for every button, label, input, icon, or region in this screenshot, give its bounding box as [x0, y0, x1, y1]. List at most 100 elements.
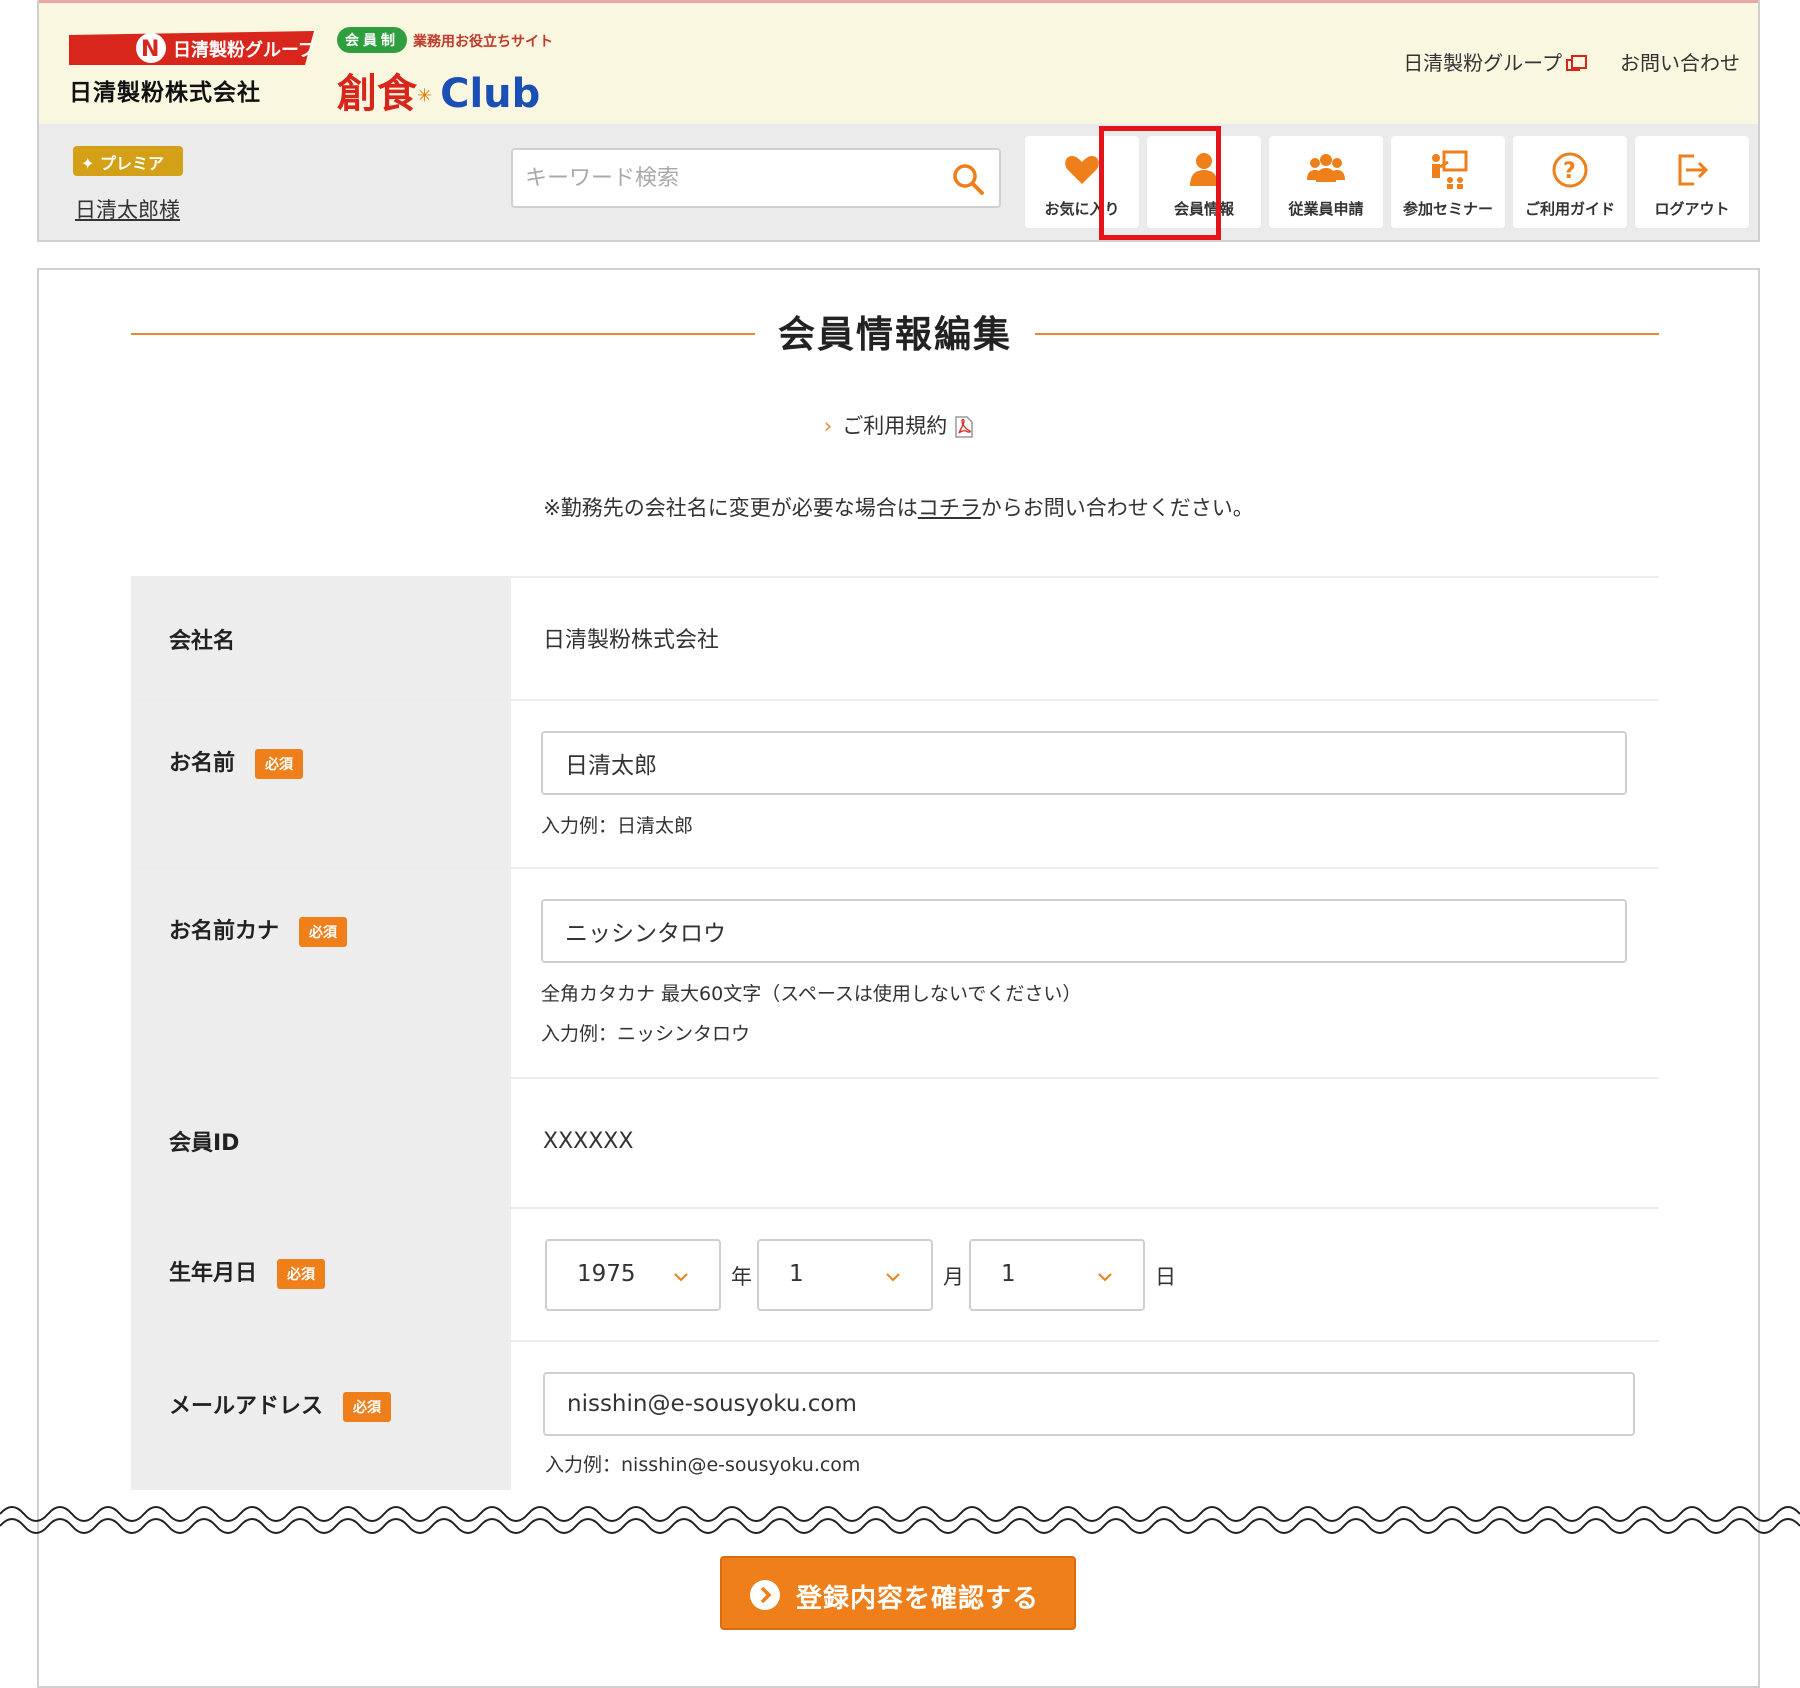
brand-name-club: Club	[440, 71, 541, 117]
person-icon	[1190, 153, 1218, 186]
name-hint: 入力例：日清太郎	[541, 815, 694, 837]
nav-logout-label: ログアウト	[1654, 200, 1730, 218]
corp-logo-text: 日清製粉グループ	[173, 39, 314, 61]
chevron-right-icon	[760, 1586, 772, 1604]
chevron-down-icon	[886, 1273, 900, 1282]
cut-wave-divider	[0, 1506, 1800, 1534]
group-site-link[interactable]: 日清製粉グループ	[1403, 47, 1587, 76]
nisshin-logo-icon: N 日清製粉グループ	[69, 31, 314, 65]
chevron-circle-icon	[750, 1580, 780, 1610]
group-site-link-label: 日清製粉グループ	[1403, 51, 1562, 75]
required-badge: 必須	[255, 749, 304, 779]
star-icon: ✳	[417, 85, 433, 107]
chevron-down-icon	[674, 1273, 688, 1282]
confirm-button-label: 登録内容を確認する	[796, 1584, 1040, 1614]
heart-icon	[1065, 156, 1099, 184]
nav-favorites-label: お気に入り	[1044, 200, 1120, 218]
chevron-down-icon	[1098, 1273, 1112, 1282]
question-icon: ?	[1552, 152, 1588, 188]
company-value: 日清製粉株式会社	[543, 628, 720, 653]
birth-year-value: 1975	[577, 1261, 636, 1287]
nav-seminars[interactable]: 参加セミナー	[1391, 136, 1505, 228]
birth-day-value: 1	[1001, 1261, 1016, 1287]
external-link-icon	[1566, 54, 1587, 71]
site-tagline: 業務用お役立ちサイト	[413, 34, 553, 50]
contact-link[interactable]: お問い合わせ	[1620, 47, 1740, 76]
month-unit: 月	[943, 1265, 964, 1289]
email-input[interactable]	[543, 1372, 1635, 1436]
member-id-label: 会員ID	[169, 1131, 240, 1156]
username-link[interactable]: 日清太郎様	[75, 194, 180, 224]
nav-favorites[interactable]: お気に入り	[1025, 136, 1139, 228]
nav-guide-label: ご利用ガイド	[1524, 200, 1615, 218]
birth-year-select[interactable]: 1975	[545, 1239, 721, 1311]
nav-member-info-label: 会員情報	[1173, 200, 1234, 218]
contact-here-link[interactable]: コチラ	[918, 496, 981, 520]
brand-name-jp: 創食	[337, 71, 417, 117]
birthday-row: 生年月日 必須 1975 年 1 月 1 日	[131, 1209, 1659, 1342]
search-box	[511, 148, 1001, 208]
company-change-notice: ※勤務先の会社名に変更が必要な場合はコチラからお問い合わせください。	[39, 492, 1758, 522]
pdf-icon	[955, 416, 973, 438]
kana-label-cell: お名前カナ 必須	[131, 869, 511, 1077]
day-unit: 日	[1155, 1265, 1176, 1289]
nisshin-group-logo[interactable]: N 日清製粉グループ 日清製粉株式会社	[69, 31, 314, 106]
birth-month-value: 1	[789, 1261, 804, 1287]
group-icon	[1307, 154, 1345, 182]
birthday-label-cell: 生年月日 必須	[131, 1209, 511, 1340]
name-input[interactable]	[541, 731, 1627, 795]
birth-day-select[interactable]: 1	[969, 1239, 1145, 1311]
search-icon[interactable]	[951, 162, 985, 196]
premium-badge: ✦ プレミア	[73, 146, 183, 176]
name-row: お名前必須 入力例：日清太郎	[131, 701, 1659, 869]
kana-input[interactable]	[541, 899, 1627, 963]
sparkle-icon: ✦	[81, 154, 100, 173]
corp-name: 日清製粉株式会社	[69, 80, 261, 106]
required-badge: 必須	[343, 1392, 392, 1422]
nav-employee-request-label: 従業員申請	[1288, 200, 1364, 218]
search-input[interactable]	[525, 160, 935, 196]
title-row: 会員情報編集	[131, 304, 1659, 364]
required-badge: 必須	[277, 1259, 326, 1289]
confirm-registration-button[interactable]: 登録内容を確認する	[720, 1556, 1076, 1630]
seminar-icon	[1432, 150, 1468, 189]
main-nav: お気に入り 会員情報 従業員申請 参加セミナー ? ご利用ガイド ログアウト	[1025, 136, 1749, 228]
email-row: メールアドレス必須 入力例：nisshin@e-sousyoku.com	[131, 1342, 1659, 1492]
email-hint: 入力例：nisshin@e-sousyoku.com	[545, 1454, 861, 1476]
header-nav-bar: ✦ プレミア 日清太郎様 お気に入り 会員情報	[39, 124, 1758, 240]
nav-member-info[interactable]: 会員情報	[1147, 136, 1261, 228]
name-label-cell: お名前 必須	[131, 701, 511, 867]
email-label-cell: メールアドレス 必須	[131, 1342, 511, 1492]
nav-employee-request[interactable]: 従業員申請	[1269, 136, 1383, 228]
svg-text:?: ?	[1563, 159, 1576, 184]
birthday-label: 生年月日 必須	[169, 1255, 326, 1289]
premium-label: プレミア	[99, 154, 164, 173]
nav-logout[interactable]: ログアウト	[1635, 136, 1749, 228]
birth-month-select[interactable]: 1	[757, 1239, 933, 1311]
svg-text:N: N	[141, 37, 159, 62]
sousyoku-club-logo[interactable]: 会員制 業務用お役立ちサイト 創食✳ Club	[337, 23, 577, 117]
required-badge: 必須	[299, 917, 348, 947]
chevron-right-icon: ›	[823, 414, 833, 438]
kana-row: お名前カナ必須 全角カタカナ 最大60文字（スペースは使用しないでください） 入…	[131, 869, 1659, 1079]
kana-hint-example: 入力例：ニッシンタロウ	[541, 1023, 751, 1045]
member-edit-panel: 会員情報編集 › ご利用規約 ※勤務先の会社名に変更が必要な場合はコチラからお問い…	[37, 268, 1760, 1688]
page-title: 会員情報編集	[778, 313, 1012, 356]
notice-text-after: からお問い合わせください。	[980, 496, 1254, 520]
member-id-label-cell: 会員ID	[131, 1079, 511, 1207]
name-label: お名前 必須	[169, 745, 304, 779]
email-label-text: メールアドレス	[169, 1394, 324, 1419]
kana-hint-rule: 全角カタカナ 最大60文字（スペースは使用しないでください）	[541, 983, 1082, 1005]
nav-guide[interactable]: ? ご利用ガイド	[1513, 136, 1627, 228]
logout-icon	[1678, 154, 1709, 186]
member-id-value: XXXXXX	[543, 1129, 634, 1154]
name-label-text: お名前	[169, 751, 236, 776]
terms-link-label: ご利用規約	[842, 414, 948, 438]
brand-name: 創食✳ Club	[337, 61, 540, 119]
nav-seminars-label: 参加セミナー	[1402, 200, 1493, 218]
top-links: 日清製粉グループ お問い合わせ	[1403, 47, 1740, 76]
terms-link[interactable]: › ご利用規約	[39, 410, 1758, 440]
year-unit: 年	[731, 1265, 752, 1289]
site-header: N 日清製粉グループ 日清製粉株式会社 会員制 業務用お役立ちサイト 創食✳ Cl…	[37, 0, 1760, 242]
email-label: メールアドレス 必須	[169, 1388, 392, 1422]
